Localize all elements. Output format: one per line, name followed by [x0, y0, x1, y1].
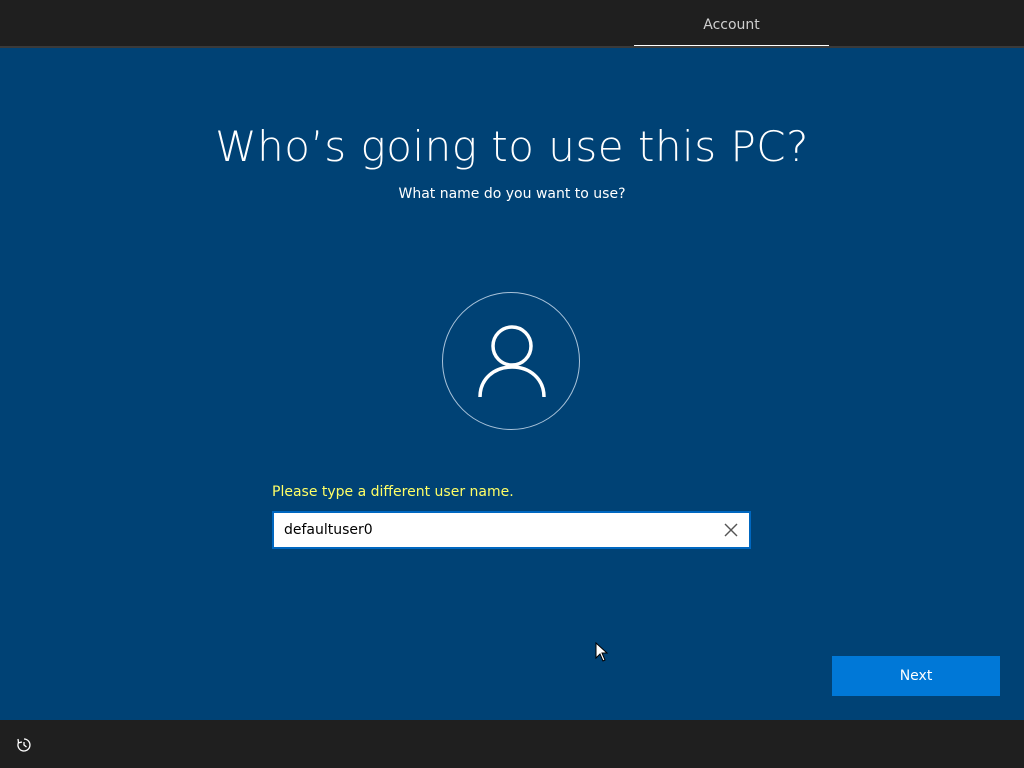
- username-field: [272, 511, 751, 549]
- tab-account[interactable]: Account: [634, 0, 829, 46]
- username-input[interactable]: [284, 513, 704, 547]
- ease-of-access-icon[interactable]: [16, 737, 32, 753]
- next-button[interactable]: Next: [832, 656, 1000, 696]
- mouse-pointer-icon: [595, 642, 609, 662]
- person-icon: [478, 325, 546, 398]
- bottom-bar: [0, 720, 1024, 768]
- avatar: [442, 292, 580, 430]
- close-icon[interactable]: [723, 522, 739, 538]
- page-subtitle: What name do you want to use?: [398, 186, 626, 202]
- page-title: Who’s going to use this PC?: [215, 122, 809, 171]
- error-message: Please type a different user name.: [272, 484, 514, 500]
- main-panel: Who’s going to use this PC? What name do…: [0, 48, 1024, 720]
- top-bar: Account: [0, 0, 1024, 48]
